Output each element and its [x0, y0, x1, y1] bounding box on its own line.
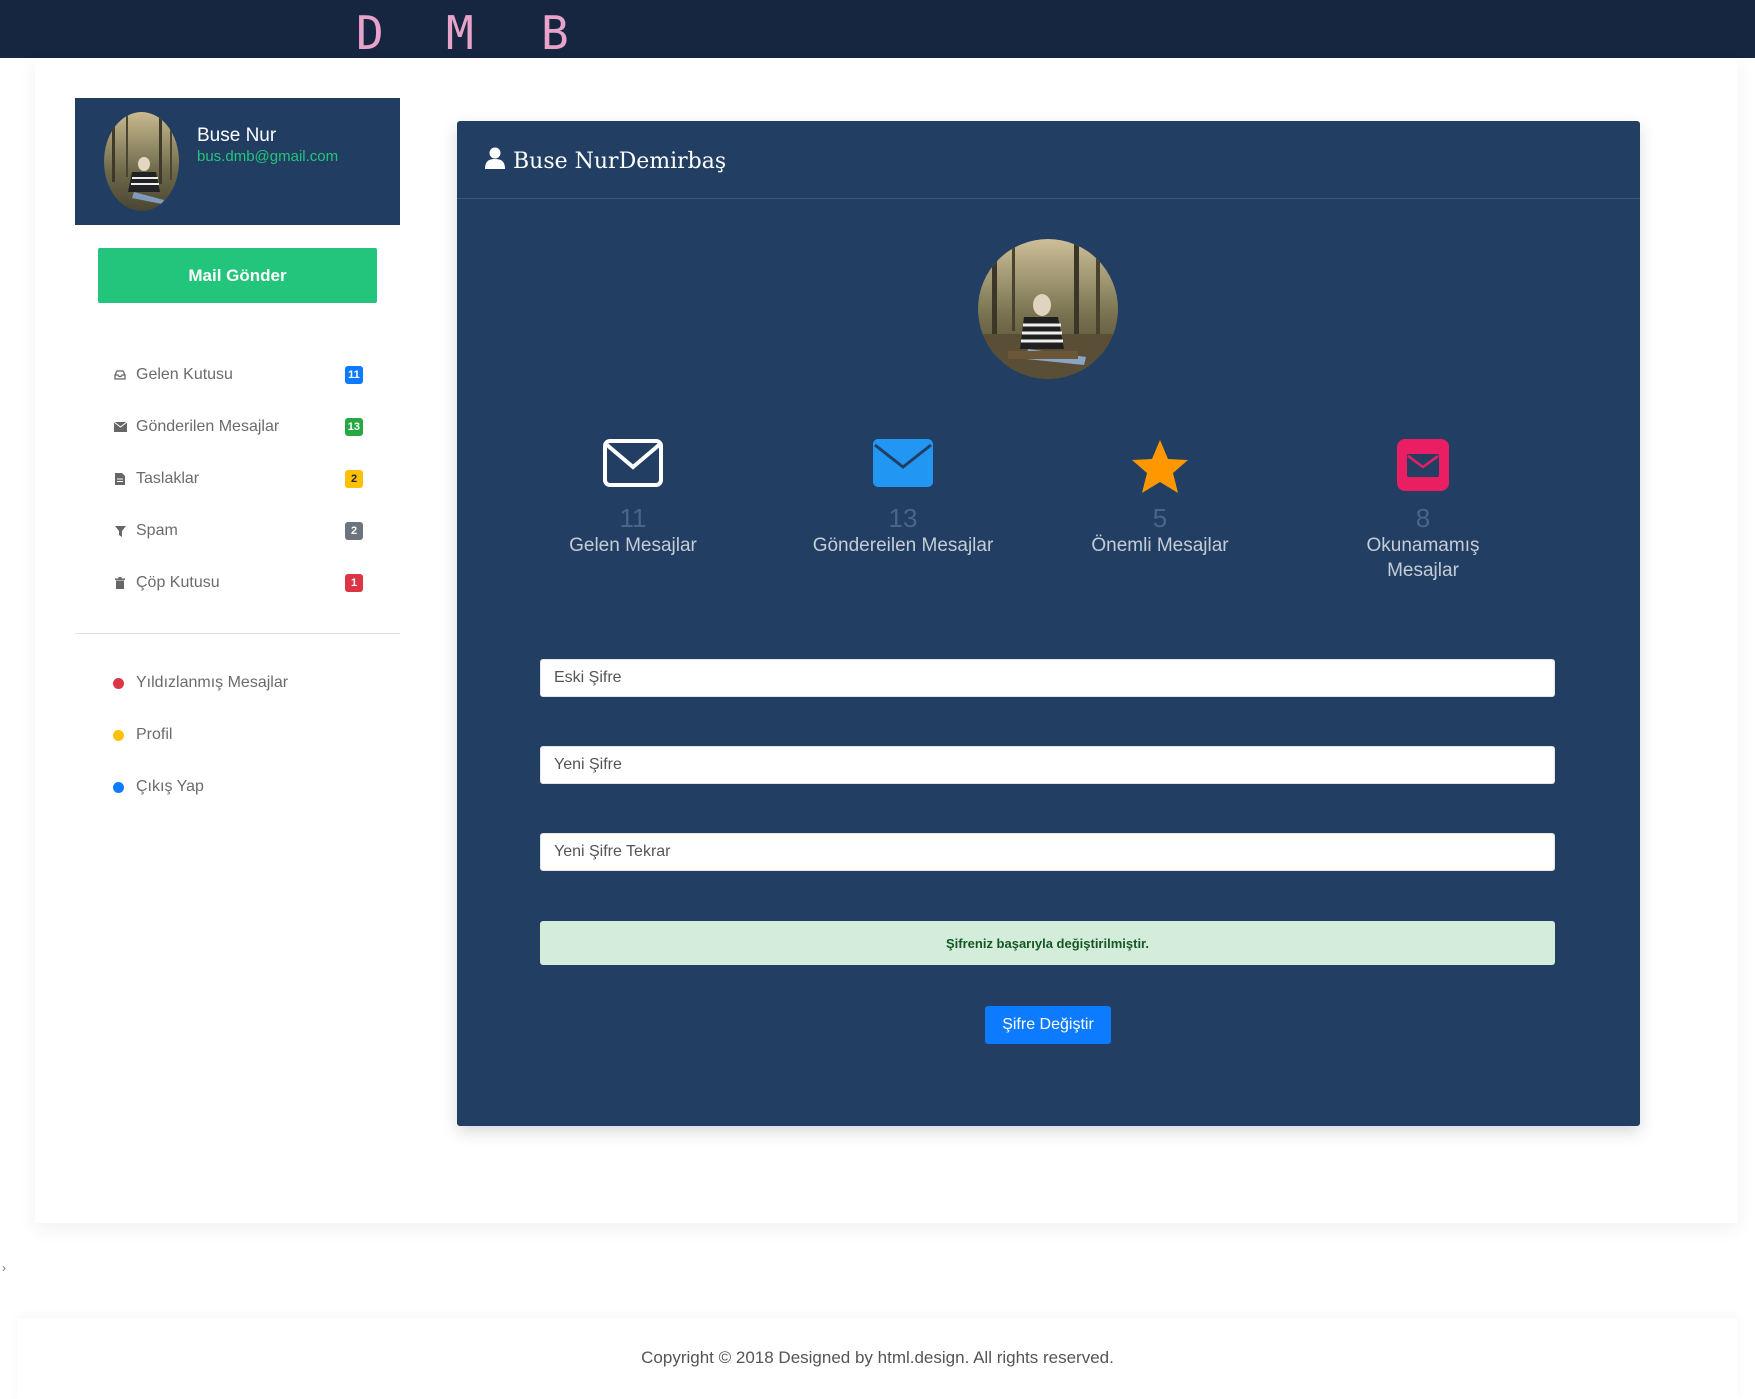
- red-dot-icon: [113, 677, 124, 689]
- profile-photo: [978, 239, 1118, 379]
- count-badge: 11: [345, 366, 363, 384]
- brand-letter-d: D: [356, 6, 384, 60]
- sidebar-item-logout[interactable]: Çıkış Yap: [113, 775, 363, 799]
- sidebar-item-profile[interactable]: Profil: [113, 723, 363, 747]
- brand-letter-m: M: [446, 6, 474, 60]
- envelope-square-icon: [1328, 439, 1518, 499]
- stat-label: Gelen Mesajlar: [569, 535, 697, 556]
- count-badge: 1: [345, 574, 363, 592]
- count-badge: 2: [345, 522, 363, 540]
- sidebar-item-trash[interactable]: Çöp Kutusu 1: [113, 571, 363, 595]
- sidebar-item-label: Spam: [136, 522, 178, 539]
- stat-value: 11: [619, 503, 647, 533]
- change-password-button[interactable]: Şifre Değiştir: [985, 1006, 1111, 1044]
- sidebar-item-label: Gönderilen Mesajlar: [136, 418, 280, 435]
- old-password-input[interactable]: [540, 659, 1555, 697]
- brand-letter-b: B: [541, 6, 569, 60]
- stat-sent: 13 Göndereilen Mesajlar: [788, 439, 1018, 558]
- top-navbar: D M B: [0, 0, 1755, 58]
- sidebar-item-inbox[interactable]: Gelen Kutusu 11: [113, 363, 363, 387]
- sidebar-item-sent[interactable]: Gönderilen Mesajlar 13: [113, 415, 363, 439]
- stat-unread: 8 Okunamamış Mesajlar: [1328, 439, 1518, 583]
- inbox-icon: [113, 368, 127, 382]
- panel-title-text: Buse NurDemirbaş: [513, 148, 727, 174]
- sidebar-item-label: Çöp Kutusu: [136, 574, 220, 591]
- user-icon: [485, 147, 505, 175]
- file-icon: [113, 472, 127, 486]
- envelope-icon: [113, 420, 127, 434]
- chevron-right-icon[interactable]: ›: [2, 1261, 6, 1275]
- stat-value: 13: [888, 503, 918, 533]
- envelope-solid-icon: [788, 439, 1018, 499]
- sidebar-item-spam[interactable]: Spam 2: [113, 519, 363, 543]
- sidebar-item-label: Gelen Kutusu: [136, 366, 233, 383]
- yellow-dot-icon: [113, 729, 124, 741]
- filter-icon: [113, 524, 127, 538]
- footer: Copyright © 2018 Designed by html.design…: [17, 1318, 1738, 1399]
- sidebar-item-label: Çıkış Yap: [136, 778, 204, 795]
- compose-mail-button[interactable]: Mail Gönder: [98, 248, 377, 303]
- footer-copyright: Copyright © 2018 Designed by html.design…: [641, 1348, 1114, 1367]
- profile-name: Buse Nur: [197, 125, 277, 146]
- sidebar-divider: [75, 633, 400, 634]
- trash-icon: [113, 576, 127, 590]
- profile-panel: Buse NurDemirbaş 11 Gelen Mesajlar 13 Gö…: [457, 121, 1640, 1126]
- sidebar-item-starred[interactable]: Yıldızlanmış Mesajlar: [113, 671, 363, 695]
- success-alert: Şifreniz başarıyla değiştirilmiştir.: [540, 921, 1555, 965]
- blue-dot-icon: [113, 781, 124, 793]
- avatar: [104, 112, 179, 211]
- stat-important: 5 Önemli Mesajlar: [1055, 439, 1265, 558]
- stat-label: Göndereilen Mesajlar: [812, 535, 994, 556]
- stat-inbox: 11 Gelen Mesajlar: [528, 439, 738, 558]
- stat-label: Okunamamış Mesajlar: [1366, 535, 1480, 581]
- sidebar-item-label: Profil: [136, 726, 173, 743]
- envelope-outline-icon: [528, 439, 738, 499]
- stat-value: 5: [1152, 503, 1168, 533]
- stat-value: 8: [1415, 503, 1431, 533]
- count-badge: 2: [345, 470, 363, 488]
- repeat-password-input[interactable]: [540, 833, 1555, 871]
- star-icon: [1055, 439, 1265, 499]
- sidebar-item-drafts[interactable]: Taslaklar 2: [113, 467, 363, 491]
- panel-title: Buse NurDemirbaş: [485, 147, 726, 175]
- panel-header: Buse NurDemirbaş: [457, 121, 1640, 199]
- profile-box: Buse Nur bus.dmb@gmail.com: [75, 98, 400, 225]
- sidebar-item-label: Yıldızlanmış Mesajlar: [136, 674, 289, 691]
- new-password-input[interactable]: [540, 746, 1555, 784]
- profile-email[interactable]: bus.dmb@gmail.com: [197, 148, 338, 165]
- count-badge: 13: [344, 418, 363, 436]
- stat-label: Önemli Mesajlar: [1091, 535, 1229, 556]
- sidebar-item-label: Taslaklar: [136, 470, 200, 487]
